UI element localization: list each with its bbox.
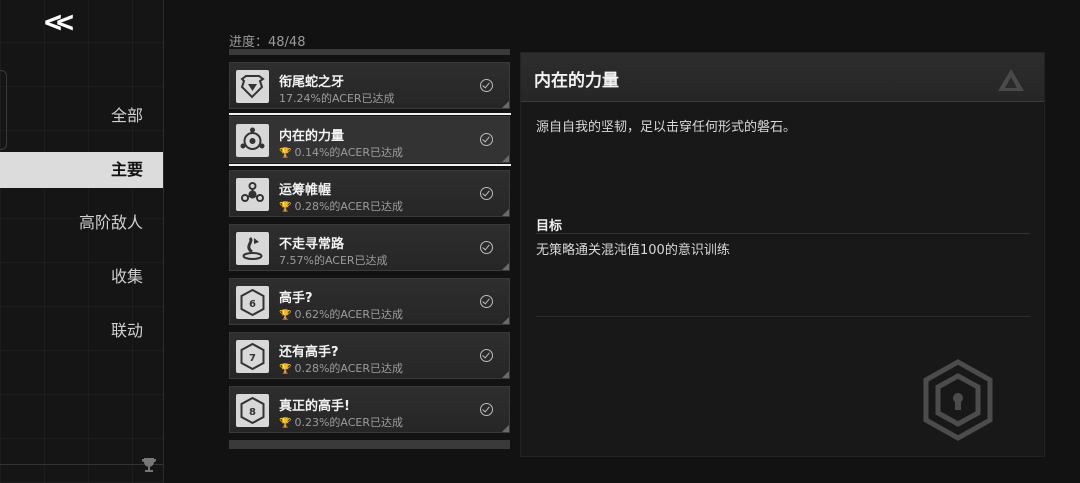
nav-item-main[interactable]: 主要 — [0, 152, 163, 188]
emblem-icon — [923, 359, 993, 441]
hex-8-icon: 8 — [236, 394, 269, 427]
trophy-icon: 🏆 — [279, 418, 292, 429]
nav-item-label: 联动 — [110, 321, 143, 340]
strategy-icon — [236, 178, 269, 211]
check-icon — [480, 79, 493, 92]
achievement-item[interactable]: 运筹帷幄 🏆 0.28%的ACER已达成 — [229, 170, 510, 217]
check-icon — [480, 403, 493, 416]
sidebar-bottom-line — [0, 464, 163, 465]
achievement-item[interactable]: 6 高手? 🏆 0.62%的ACER已达成 — [229, 278, 510, 325]
trophy-icon: 🏆 — [279, 310, 292, 321]
check-icon — [480, 241, 493, 254]
goal-text: 无策略通关混沌值100的意识训练 — [536, 243, 730, 258]
check-icon — [480, 133, 493, 146]
nav-item-all[interactable]: 全部 — [3, 98, 143, 134]
achievement-item-selected[interactable]: 内在的力量 🏆 0.14%的ACER已达成 — [229, 113, 511, 166]
nav-item-elite-enemies[interactable]: 高阶敌人 — [3, 205, 143, 241]
achievement-name: 内在的力量 — [279, 129, 345, 144]
achievement-name: 高手? — [279, 291, 313, 306]
trophy-icon: 🏆 — [279, 364, 292, 375]
hex-7-icon: 7 — [236, 340, 269, 373]
achievement-item[interactable]: 7 还有高手? 🏆 0.28%的ACER已达成 — [229, 332, 510, 379]
nav-item-collection[interactable]: 收集 — [3, 259, 143, 295]
svg-text:6: 6 — [249, 299, 256, 310]
divider — [536, 316, 1030, 317]
back-label: << — [44, 5, 74, 40]
check-icon — [480, 349, 493, 362]
detail-panel: 内在的力量 源自自我的坚韧，足以击穿任何形式的磐石。 目标 无策略通关混沌值10… — [520, 52, 1045, 457]
unusual-path-icon — [236, 232, 269, 265]
sidebar-divider — [163, 0, 164, 483]
divider — [536, 233, 1030, 234]
svg-text:8: 8 — [249, 407, 256, 418]
detail-description: 源自自我的坚韧，足以击穿任何形式的磐石。 — [536, 120, 797, 135]
achievement-name: 还有高手? — [279, 345, 339, 360]
trophy-icon: 🏆 — [279, 202, 292, 213]
achievement-list[interactable]: 衔尾蛇之牙 17.24%的ACER已达成 内在的力量 🏆 0.14%的ACER已达… — [229, 49, 511, 449]
back-button[interactable]: << — [44, 6, 88, 40]
inner-power-icon — [236, 124, 269, 157]
list-item-stub — [229, 49, 510, 55]
nav-item-collab[interactable]: 联动 — [3, 313, 143, 349]
sidebar-background — [0, 0, 163, 483]
nav-item-label: 高阶敌人 — [78, 213, 143, 232]
achievement-rate: 🏆 0.62%的ACER已达成 — [279, 308, 404, 321]
svg-text:7: 7 — [249, 353, 256, 364]
achievement-name: 真正的高手! — [279, 399, 350, 414]
nav-item-label: 收集 — [110, 267, 143, 286]
serpent-icon — [236, 70, 269, 103]
achievement-rate: 🏆 0.28%的ACER已达成 — [279, 200, 404, 213]
achievement-rate: 🏆 0.28%的ACER已达成 — [279, 362, 404, 375]
achievement-rate: 17.24%的ACER已达成 — [279, 92, 395, 105]
nav-item-label: 主要 — [110, 160, 143, 179]
goal-label: 目标 — [536, 219, 563, 234]
check-icon — [480, 295, 493, 308]
detail-header: 内在的力量 — [521, 53, 1044, 102]
trophy-icon: 🏆 — [279, 148, 292, 159]
check-icon — [480, 187, 493, 200]
achievement-item[interactable]: 8 真正的高手! 🏆 0.23%的ACER已达成 — [229, 386, 510, 433]
trophy-icon — [142, 458, 156, 472]
achievement-rate: 🏆 0.14%的ACER已达成 — [279, 146, 404, 159]
detail-title: 内在的力量 — [534, 71, 619, 91]
achievement-item[interactable]: 不走寻常路 7.57%的ACER已达成 — [229, 224, 510, 271]
achievement-rate: 🏆 0.23%的ACER已达成 — [279, 416, 404, 429]
logo-icon — [998, 69, 1024, 91]
hex-6-icon: 6 — [236, 286, 269, 319]
progress-counter: 进度：48/48 — [229, 35, 306, 50]
achievement-name: 衔尾蛇之牙 — [279, 75, 345, 90]
achievement-name: 运筹帷幄 — [279, 183, 332, 198]
achievement-rate: 7.57%的ACER已达成 — [279, 254, 388, 267]
list-item-stub — [229, 440, 510, 449]
nav-item-label: 全部 — [110, 106, 143, 125]
achievement-name: 不走寻常路 — [279, 237, 345, 252]
achievement-item[interactable]: 衔尾蛇之牙 17.24%的ACER已达成 — [229, 62, 510, 109]
